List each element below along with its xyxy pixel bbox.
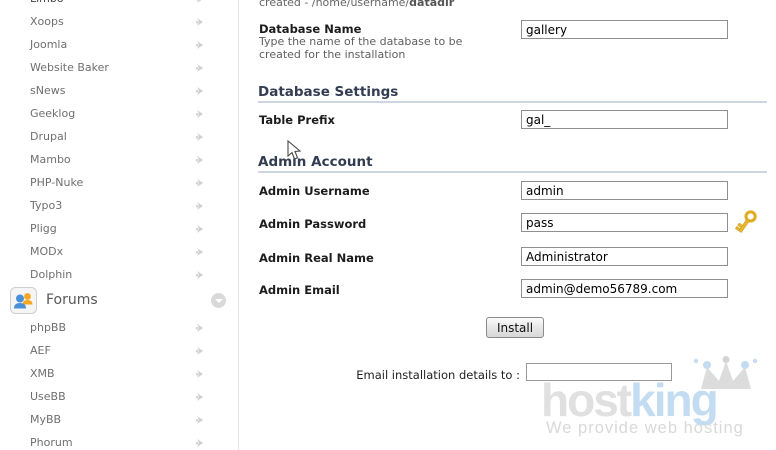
datadir-note: created - /home/username/datadir (259, 0, 454, 9)
sidebar-item-label: Mambo (30, 153, 71, 166)
sidebar-item[interactable]: sNews (0, 79, 238, 102)
arrow-right-icon (196, 155, 204, 165)
admin-real-name-input[interactable] (521, 247, 728, 266)
install-form: created - /home/username/datadir Databas… (258, 0, 770, 450)
sidebar-item-label: Website Baker (30, 61, 109, 74)
arrow-right-icon (196, 0, 204, 4)
sidebar-item-label: MODx (30, 245, 63, 258)
sidebar-item-label: MyBB (30, 413, 61, 426)
arrow-right-icon (196, 392, 204, 402)
sidebar-item[interactable]: UseBB (0, 385, 238, 408)
sidebar-item-label: Typo3 (30, 199, 62, 212)
chevron-down-circle-icon[interactable] (211, 293, 226, 308)
arrow-right-icon (196, 178, 204, 188)
sidebar-item-label: Phorum (30, 436, 73, 449)
sidebar-item-label: Pligg (30, 222, 57, 235)
sidebar-item[interactable]: phpBB (0, 316, 238, 339)
sidebar-item-label: Limbo (30, 0, 64, 5)
admin-email-label: Admin Email (259, 283, 340, 297)
sidebar-cms-list: Limbo Xoops Joomla (0, 0, 238, 286)
sidebar-item[interactable]: MODx (0, 240, 238, 263)
admin-username-label: Admin Username (259, 184, 370, 198)
sidebar-item[interactable]: PHP-Nuke (0, 171, 238, 194)
sidebar-item[interactable]: MyBB (0, 408, 238, 431)
sidebar-item-label: sNews (30, 84, 65, 97)
arrow-right-icon (196, 369, 204, 379)
admin-password-label: Admin Password (259, 217, 366, 231)
arrow-right-icon (196, 323, 204, 333)
email-details-label: Email installation details to : (258, 368, 520, 382)
sidebar-item-label: phpBB (30, 321, 66, 334)
key-icon[interactable] (733, 208, 759, 238)
arrow-right-icon (196, 201, 204, 211)
sidebar-item[interactable]: Typo3 (0, 194, 238, 217)
arrow-right-icon (196, 415, 204, 425)
sidebar-item-label: Joomla (30, 38, 67, 51)
sidebar-item[interactable]: XMB (0, 362, 238, 385)
sidebar-item[interactable]: Pligg (0, 217, 238, 240)
users-icon (10, 287, 37, 314)
sidebar-item[interactable]: Joomla (0, 33, 238, 56)
forums-section-label: Forums (46, 292, 98, 308)
arrow-right-icon (196, 346, 204, 356)
arrow-right-icon (196, 247, 204, 257)
sidebar-item[interactable]: Limbo (0, 0, 238, 10)
sidebar-item[interactable]: Drupal (0, 125, 238, 148)
arrow-right-icon (196, 63, 204, 73)
sidebar-forum-list: phpBB AEF XMB (0, 316, 238, 450)
arrow-right-icon (196, 17, 204, 27)
database-settings-heading: Database Settings (258, 85, 767, 103)
sidebar-section-forums[interactable]: Forums (0, 286, 238, 314)
admin-real-name-label: Admin Real Name (259, 251, 374, 265)
admin-username-input[interactable] (521, 181, 728, 200)
sidebar-item-label: XMB (30, 367, 55, 380)
table-prefix-input[interactable] (521, 110, 728, 129)
sidebar-item-label: Drupal (30, 130, 67, 143)
admin-email-input[interactable] (521, 279, 728, 298)
database-name-label: Database Name (259, 22, 361, 36)
arrow-right-icon (196, 132, 204, 142)
sidebar-item-label: PHP-Nuke (30, 176, 83, 189)
sidebar-item[interactable]: Xoops (0, 10, 238, 33)
sidebar-item[interactable]: Geeklog (0, 102, 238, 125)
sidebar-item-label: AEF (30, 344, 51, 357)
arrow-right-icon (196, 40, 204, 50)
admin-password-input[interactable] (521, 213, 728, 232)
sidebar-item[interactable]: AEF (0, 339, 238, 362)
arrow-right-icon (196, 109, 204, 119)
install-button[interactable]: Install (486, 317, 544, 338)
sidebar-item-label: Xoops (30, 15, 64, 28)
arrow-right-icon (196, 86, 204, 96)
sidebar-item[interactable]: Phorum (0, 431, 238, 450)
email-details-input[interactable] (526, 363, 672, 381)
sidebar-item[interactable]: Dolphin (0, 263, 238, 286)
sidebar-item-label: UseBB (30, 390, 66, 403)
sidebar-item[interactable]: Mambo (0, 148, 238, 171)
sidebar-item-label: Geeklog (30, 107, 75, 120)
table-prefix-label: Table Prefix (259, 113, 335, 127)
sidebar-item-label: Dolphin (30, 268, 72, 281)
arrow-right-icon (196, 270, 204, 280)
sidebar: Limbo Xoops Joomla (0, 0, 238, 450)
arrow-right-icon (196, 438, 204, 448)
sidebar-divider (238, 0, 239, 450)
database-name-description: Type the name of the database to be crea… (259, 35, 462, 61)
sidebar-item[interactable]: Website Baker (0, 56, 238, 79)
arrow-right-icon (196, 224, 204, 234)
admin-account-heading: Admin Account (258, 155, 767, 173)
database-name-input[interactable] (521, 20, 728, 39)
